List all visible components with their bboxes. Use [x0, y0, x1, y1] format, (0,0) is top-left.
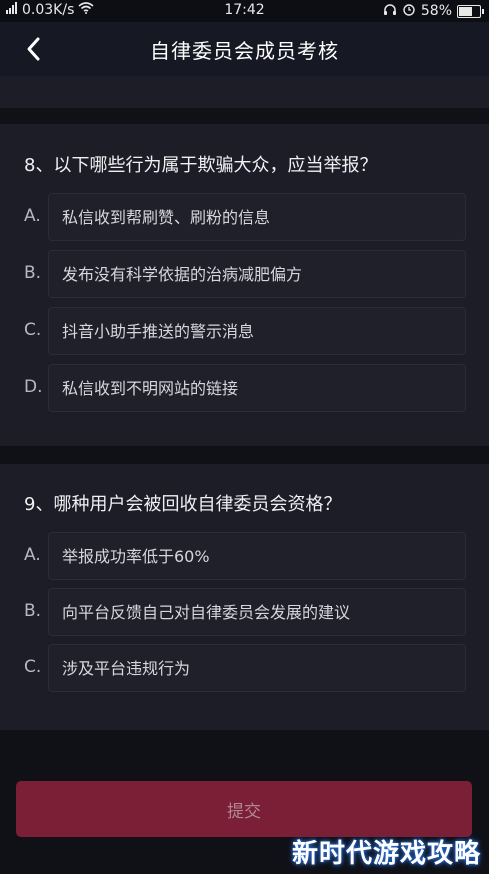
option-text: 发布没有科学依据的治病减肥偏方 — [62, 265, 303, 284]
option-letter: A. — [24, 545, 41, 565]
previous-question-card — [0, 76, 489, 108]
option-a[interactable]: A. 举报成功率低于60% — [0, 532, 489, 580]
option-letter: A. — [24, 206, 41, 226]
question-text: 8、以下哪些行为属于欺骗大众，应当举报？ — [24, 155, 378, 176]
option-b[interactable]: B. 向平台反馈自己对自律委员会发展的建议 — [0, 588, 489, 636]
headphone-icon — [383, 3, 397, 20]
option-letter: D. — [24, 377, 43, 397]
option-a[interactable]: A. 私信收到帮刷赞、刷粉的信息 — [0, 193, 489, 241]
alarm-icon — [402, 2, 416, 20]
option-text: 举报成功率低于60% — [62, 547, 210, 566]
nav-bar: 自律委员会成员考核 — [0, 22, 489, 76]
question-card-8: 8、以下哪些行为属于欺骗大众，应当举报？ A. 私信收到帮刷赞、刷粉的信息 B.… — [0, 124, 489, 446]
option-b[interactable]: B. 发布没有科学依据的治病减肥偏方 — [0, 250, 489, 298]
option-letter: B. — [24, 263, 42, 283]
option-text: 抖音小助手推送的警示消息 — [62, 322, 255, 341]
option-d[interactable]: D. 私信收到不明网站的链接 — [0, 364, 489, 412]
option-text: 私信收到不明网站的链接 — [62, 379, 239, 398]
watermark-text: 新时代游戏攻略 — [291, 839, 481, 869]
option-c[interactable]: C. 涉及平台违规行为 — [0, 644, 489, 692]
question-text: 9、哪种用户会被回收自律委员会资格？ — [24, 494, 342, 515]
section-divider — [0, 108, 489, 124]
option-letter: C. — [24, 657, 42, 677]
page-title: 自律委员会成员考核 — [150, 39, 339, 63]
option-letter: B. — [24, 601, 42, 621]
option-text: 私信收到帮刷赞、刷粉的信息 — [62, 208, 271, 227]
battery-level: 58% — [420, 3, 452, 19]
option-text: 涉及平台违规行为 — [62, 659, 191, 678]
section-divider — [0, 446, 489, 464]
battery-icon — [457, 4, 484, 18]
option-c[interactable]: C. 抖音小助手推送的警示消息 — [0, 307, 489, 355]
option-letter: C. — [24, 320, 42, 340]
submit-button[interactable]: 提交 — [16, 781, 472, 837]
status-bar: 0.03K/s 17:42 58% — [0, 0, 489, 22]
status-right: 58% — [383, 2, 484, 20]
option-text: 向平台反馈自己对自律委员会发展的建议 — [62, 603, 351, 622]
question-card-9: 9、哪种用户会被回收自律委员会资格？ A. 举报成功率低于60% B. 向平台反… — [0, 464, 489, 730]
